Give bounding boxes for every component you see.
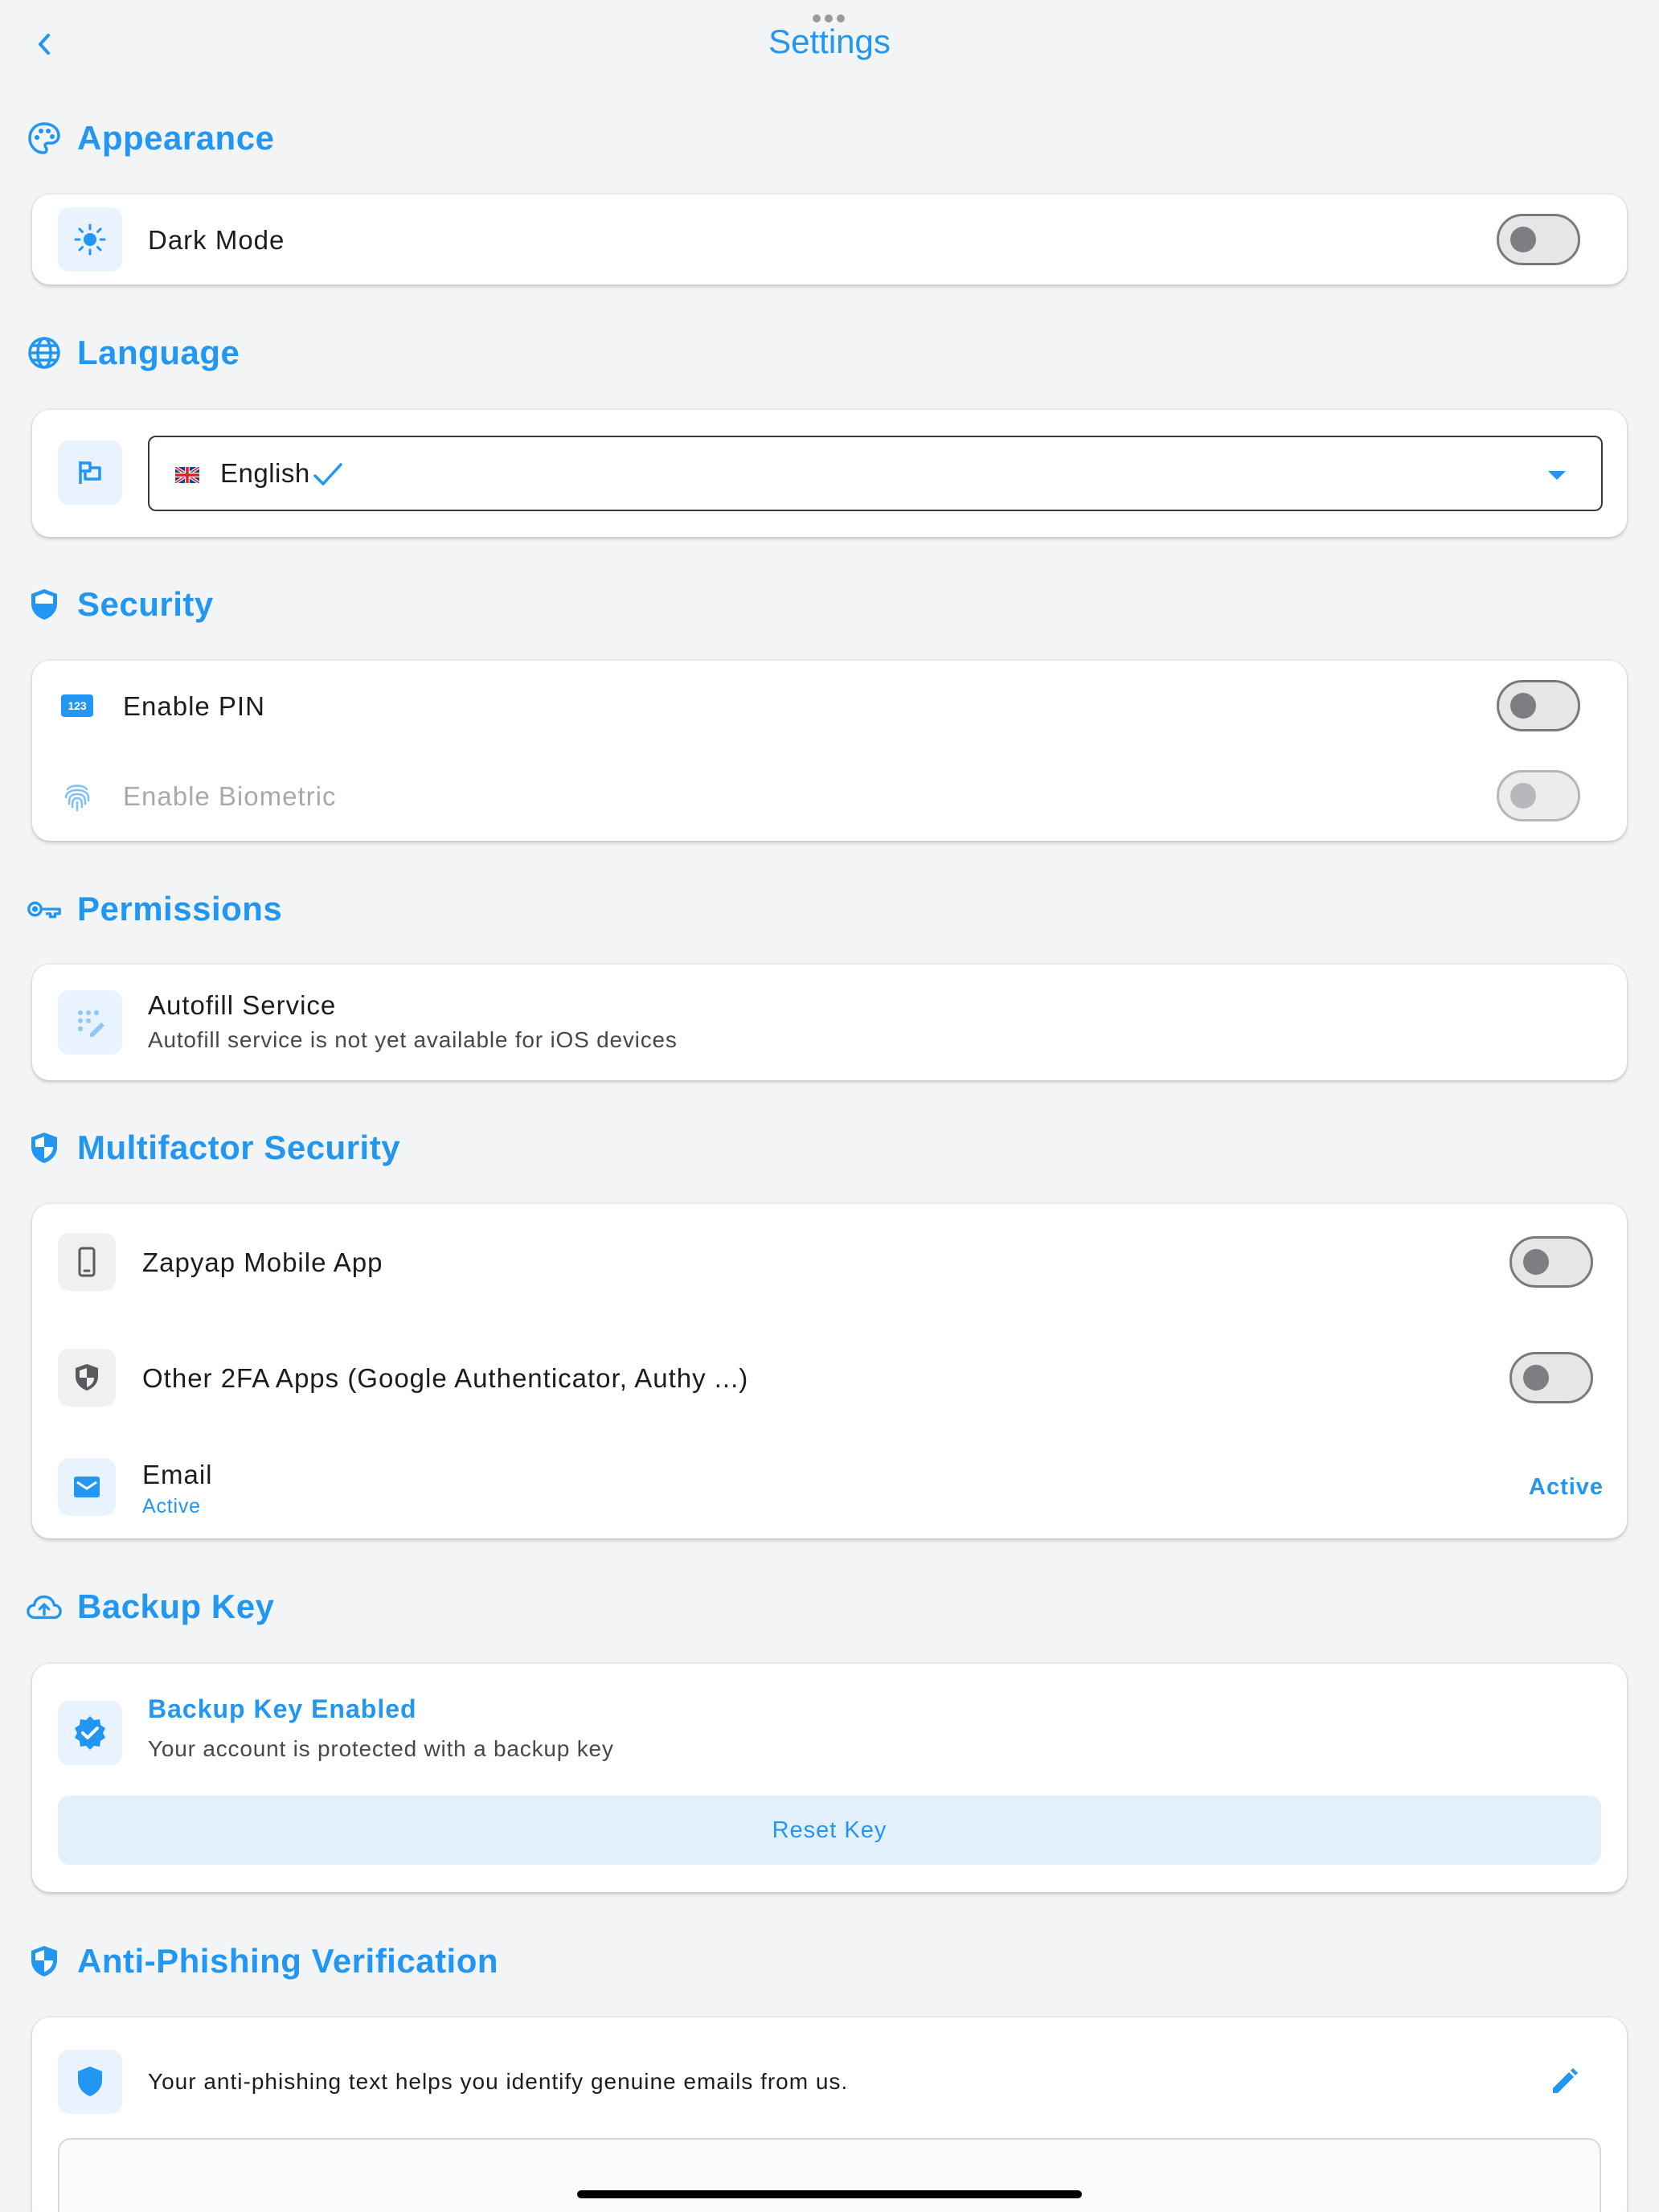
enable-pin-label: Enable PIN bbox=[123, 691, 265, 721]
section-header-backup: Backup Key bbox=[26, 1583, 274, 1631]
reset-key-button[interactable]: Reset Key bbox=[58, 1796, 1601, 1865]
anti-phishing-input[interactable] bbox=[58, 2138, 1601, 2212]
security-card: 123 Enable PIN Enable Biometric bbox=[32, 661, 1627, 841]
section-header-permissions: Permissions bbox=[26, 885, 282, 933]
section-title: Security bbox=[77, 585, 214, 623]
mfa-mobile-app-toggle[interactable] bbox=[1509, 1236, 1593, 1288]
section-title: Permissions bbox=[77, 890, 283, 928]
mfa-email-label: Email bbox=[142, 1460, 213, 1489]
permissions-card: Autofill Service Autofill service is not… bbox=[32, 965, 1627, 1080]
palette-icon bbox=[26, 120, 63, 157]
mfa-other-apps-toggle[interactable] bbox=[1509, 1352, 1593, 1403]
autofill-label: Autofill Service bbox=[148, 990, 337, 1020]
top-bar: Settings bbox=[0, 0, 1659, 80]
caret-down-icon bbox=[1548, 471, 1566, 480]
shield-half-icon bbox=[58, 1349, 116, 1407]
backup-key-card: Backup Key Enabled Your account is prote… bbox=[32, 1664, 1627, 1892]
dark-mode-label: Dark Mode bbox=[148, 225, 285, 255]
section-header-language: Language bbox=[26, 329, 240, 377]
backup-status-title: Backup Key Enabled bbox=[148, 1694, 417, 1723]
home-indicator bbox=[577, 2190, 1082, 2198]
language-icon bbox=[58, 440, 122, 505]
autofill-description: Autofill service is not yet available fo… bbox=[148, 1027, 678, 1052]
language-dropdown[interactable]: English bbox=[148, 436, 1603, 511]
section-header-multifactor: Multifactor Security bbox=[26, 1124, 400, 1172]
section-title: Appearance bbox=[77, 119, 275, 157]
mail-icon bbox=[58, 1458, 116, 1516]
autofill-icon bbox=[58, 990, 122, 1055]
enable-pin-toggle[interactable] bbox=[1497, 680, 1580, 731]
globe-icon bbox=[26, 334, 63, 371]
multifactor-card: Zapyap Mobile App Other 2FA Apps (Google… bbox=[32, 1204, 1627, 1538]
key-icon bbox=[26, 891, 63, 928]
language-selected: English bbox=[220, 458, 310, 488]
section-header-security: Security bbox=[26, 580, 214, 629]
anti-phishing-description: Your anti-phishing text helps you identi… bbox=[148, 2069, 849, 2094]
backup-status-description: Your account is protected with a backup … bbox=[148, 1736, 614, 1761]
language-card: English bbox=[32, 410, 1627, 537]
enable-biometric-toggle[interactable] bbox=[1497, 770, 1580, 821]
mfa-mobile-app-label: Zapyap Mobile App bbox=[142, 1247, 383, 1277]
section-title: Backup Key bbox=[77, 1587, 275, 1625]
sun-icon bbox=[58, 207, 122, 272]
mfa-email-active-button[interactable]: Active bbox=[1529, 1474, 1604, 1501]
section-header-anti-phishing: Anti-Phishing Verification bbox=[26, 1937, 498, 1985]
uk-flag-icon bbox=[175, 467, 199, 483]
page-title: Settings bbox=[768, 23, 891, 60]
shield-filled-icon bbox=[58, 2050, 122, 2114]
dark-mode-toggle[interactable] bbox=[1497, 214, 1580, 265]
section-title: Language bbox=[77, 334, 240, 371]
verified-badge-icon bbox=[58, 1701, 122, 1765]
shield-icon bbox=[26, 586, 63, 623]
edit-icon[interactable] bbox=[1546, 2064, 1582, 2099]
phone-icon bbox=[58, 1233, 116, 1291]
section-title: Anti-Phishing Verification bbox=[77, 1942, 499, 1980]
section-header-appearance: Appearance bbox=[26, 114, 274, 162]
fingerprint-icon bbox=[59, 778, 95, 817]
appearance-card: Dark Mode bbox=[32, 195, 1627, 285]
pin-icon: 123 bbox=[61, 694, 93, 717]
section-title: Multifactor Security bbox=[77, 1129, 401, 1166]
mfa-other-apps-label: Other 2FA Apps (Google Authenticator, Au… bbox=[142, 1363, 749, 1393]
shield-icon bbox=[26, 1943, 63, 1980]
check-icon bbox=[313, 463, 342, 485]
enable-biometric-label: Enable Biometric bbox=[123, 781, 337, 811]
mfa-email-status: Active bbox=[142, 1495, 201, 1518]
cloud-upload-icon bbox=[26, 1588, 63, 1625]
shield-icon bbox=[26, 1129, 63, 1166]
anti-phishing-card: Your anti-phishing text helps you identi… bbox=[32, 2017, 1627, 2212]
